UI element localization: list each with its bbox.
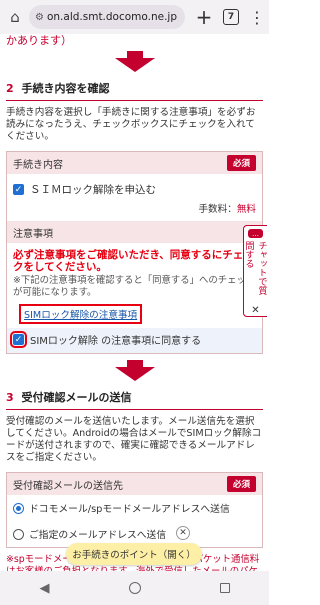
page-content: かあります） 2 手続き内容を確認 手続き内容を選択し「手続きに関する注意事項」… <box>0 34 269 571</box>
tips-button[interactable]: お手続きのポイント（開く） <box>66 543 202 565</box>
step2-description: 手続き内容を選択し「手続きに関する注意事項」を必ずお読みになったうえ、チェックボ… <box>6 107 256 142</box>
email-destination-panel: 受付確認メールの送信先 必須 ドコモメール/spモードメールアドレスへ送信 ご指… <box>6 472 263 548</box>
system-nav-bar: ◀ <box>0 571 269 605</box>
down-arrow-icon <box>0 360 269 381</box>
step-number: 2 <box>6 82 14 95</box>
home-icon[interactable]: ⌂ <box>4 6 26 28</box>
chat-support-tab[interactable]: … チャットで質問する ✕ <box>243 225 267 317</box>
step-title-text: 受付確認メールの送信 <box>21 391 132 404</box>
chat-label: チャットで質問する <box>243 241 267 296</box>
panel-header-label: 手続き内容 <box>13 159 63 171</box>
agree-note: ※下記の注意事項を確認すると「同意する」へのチェックが可能になります。 <box>13 275 256 298</box>
panel-header-label: 受付確認メールの送信先 <box>13 480 123 492</box>
radio-selected-icon[interactable] <box>13 502 24 514</box>
agree-label: SIMロック解除 の注意事項に同意する <box>30 336 202 347</box>
url-text: on.ald.smt.docomo.ne.jp <box>46 11 178 23</box>
option-label: ＳＩＭロック解除を申込む <box>30 184 156 196</box>
agree-warning: 必ず注意事項をご確認いただき、同意するにチェックをしてください。 <box>13 249 254 273</box>
notes-link[interactable]: SIMロック解除の注意事項 <box>19 304 143 324</box>
address-bar[interactable]: ⚙ on.ald.smt.docomo.ne.jp <box>29 5 185 29</box>
notes-header: 注意事項 <box>7 221 262 243</box>
procedure-panel: 手続き内容 必須 ✓ ＳＩＭロック解除を申込む 手数料：無料 注意事項 必ず注意… <box>6 151 263 354</box>
tab-switcher-button[interactable]: 7 <box>223 9 239 25</box>
step-title-text: 手続き内容を確認 <box>21 82 110 95</box>
more-menu-icon[interactable]: ⋮ <box>249 8 265 27</box>
home-circle-icon[interactable] <box>128 582 141 594</box>
fee-line: 手数料：無料 <box>7 201 262 221</box>
radio-unselected-icon[interactable] <box>13 528 24 540</box>
fee-value: 無料 <box>236 204 256 215</box>
agree-checkbox-row[interactable]: ✓ SIMロック解除 の注意事項に同意する <box>7 328 262 353</box>
site-settings-icon[interactable]: ⚙ <box>35 12 44 23</box>
panel-header: 手続き内容 必須 <box>7 152 262 174</box>
notes-header-label: 注意事項 <box>13 228 53 240</box>
close-icon[interactable]: ✕ <box>251 305 259 316</box>
down-arrow-icon <box>0 51 269 72</box>
browser-toolbar: ⌂ ⚙ on.ald.smt.docomo.ne.jp + 7 ⋮ <box>0 0 269 34</box>
radio-label: ドコモメール/spモードメールアドレスへ送信 <box>29 504 230 515</box>
required-badge: 必須 <box>226 476 256 492</box>
step-number: 3 <box>6 391 14 404</box>
required-badge: 必須 <box>226 155 256 171</box>
step3-title: 3 受付確認メールの送信 <box>6 389 263 410</box>
sim-unlock-option[interactable]: ✓ ＳＩＭロック解除を申込む <box>7 174 262 201</box>
radio-docomo-mail[interactable]: ドコモメール/spモードメールアドレスへ送信 <box>7 495 262 521</box>
previous-text: かあります） <box>6 34 72 47</box>
step3-description: 受付確認のメールを送信いたします。メール送信先を選択してください。Android… <box>6 416 262 463</box>
new-tab-icon[interactable]: + <box>193 5 215 29</box>
back-icon[interactable]: ◀ <box>40 581 50 596</box>
checkbox-checked-icon[interactable]: ✓ <box>10 331 27 348</box>
radio-label: ご指定のメールアドレスへ送信 <box>29 530 167 541</box>
chat-bubble-icon: … <box>248 229 263 239</box>
recents-icon[interactable] <box>219 583 230 593</box>
fee-label: 手数料： <box>198 204 237 215</box>
step2-title: 2 手続き内容を確認 <box>6 80 263 101</box>
panel-header: 受付確認メールの送信先 必須 <box>7 473 262 495</box>
checkbox-checked-icon[interactable]: ✓ <box>13 184 24 195</box>
tip-close-icon[interactable]: ✕ <box>176 526 190 540</box>
